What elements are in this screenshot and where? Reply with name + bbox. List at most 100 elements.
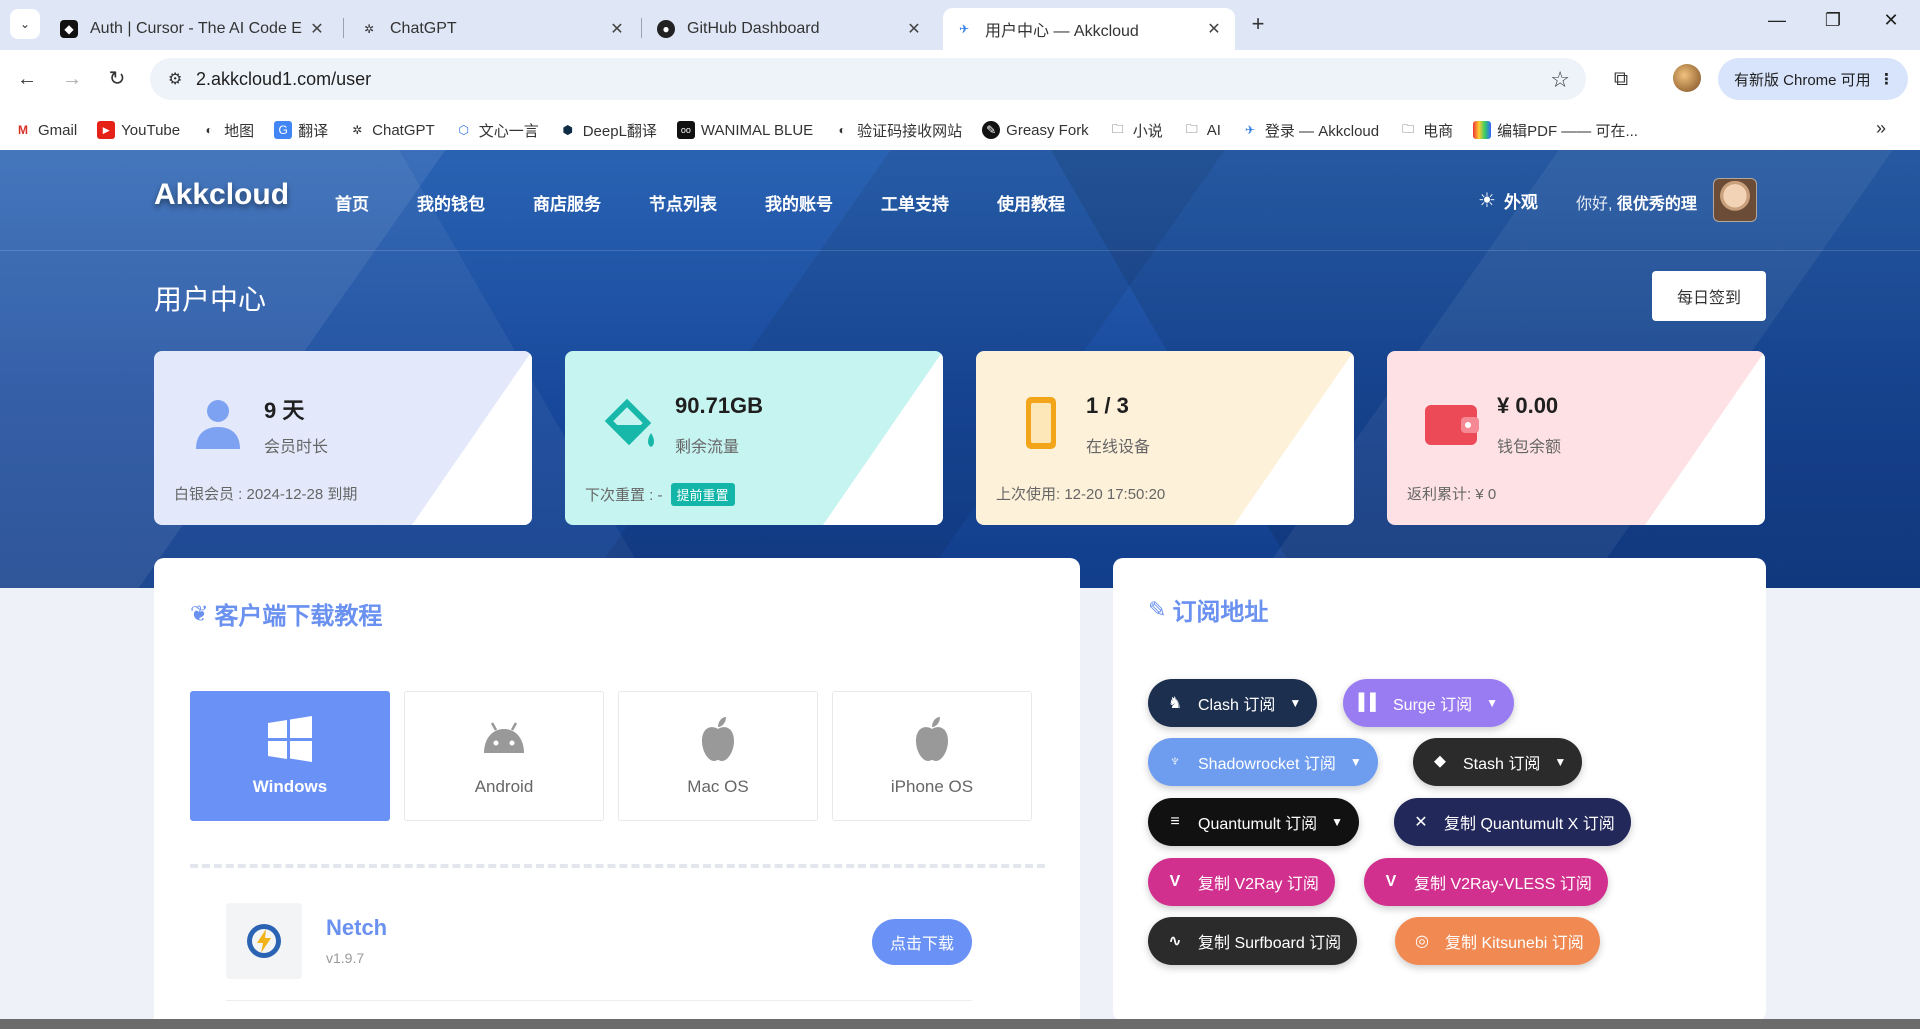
tab-separator <box>343 18 344 38</box>
nav-tutorial[interactable]: 使用教程 <box>997 190 1065 215</box>
user-avatar[interactable] <box>1713 178 1757 222</box>
clash-icon: ♞ <box>1167 695 1183 712</box>
chevron-down-icon: ▼ <box>1289 696 1302 710</box>
close-icon[interactable]: ✕ <box>905 19 923 39</box>
bookmark-translate[interactable]: G 翻译 <box>274 120 328 141</box>
membership-days: 9 天 <box>264 398 305 423</box>
window-close-icon[interactable]: ✕ <box>1876 10 1906 31</box>
subscribe-button-shadowrocket[interactable]: ♆ Shadowrocket 订阅 ▼ <box>1148 738 1378 786</box>
early-reset-button[interactable]: 提前重置 <box>670 483 735 506</box>
card-decoration <box>1234 351 1354 525</box>
membership-card: 9 天 会员时长 白银会员 : 2024-12-28 到期 <box>154 351 532 525</box>
nav-home[interactable]: 首页 <box>335 190 369 215</box>
more-bookmarks-icon[interactable]: » <box>1876 118 1886 139</box>
close-icon[interactable]: ✕ <box>608 19 626 39</box>
traffic-label: 剩余流量 <box>675 439 740 456</box>
bookmark-akkcloud-login[interactable]: ✈ 登录 — Akkcloud <box>1241 120 1379 141</box>
subscribe-label: Quantumult 订阅 <box>1198 816 1318 833</box>
subscribe-button-quantumult[interactable]: ≡ Quantumult 订阅 ▼ <box>1148 798 1360 846</box>
tab-title: GitHub Dashboard <box>687 20 820 37</box>
tab-separator <box>641 18 642 38</box>
membership-label: 会员时长 <box>264 439 329 456</box>
tab-cursor[interactable]: ◆ Auth | Cursor - The AI Code E ✕ <box>48 8 338 50</box>
nav-tickets[interactable]: 工单支持 <box>881 190 949 215</box>
sunrise-icon: ☀ <box>1478 190 1496 212</box>
os-tab-android[interactable]: Android <box>404 691 604 821</box>
extensions-icon[interactable]: ⧉ <box>1606 64 1636 94</box>
url-text[interactable]: 2.akkcloud1.com/user <box>196 69 371 90</box>
akkcloud-icon: ✈ <box>1244 123 1255 137</box>
address-bar[interactable]: ⚙ 2.akkcloud1.com/user ☆ <box>150 58 1586 100</box>
bookmark-map[interactable]: ◐ 地图 <box>200 120 255 141</box>
nav-wallet[interactable]: 我的钱包 <box>417 190 485 215</box>
chrome-update-button[interactable]: 有新版 Chrome 可用 ⋮ <box>1718 58 1908 100</box>
user-greeting[interactable]: 你好, 很优秀的理 <box>1576 190 1697 214</box>
bucket-icon <box>604 398 654 447</box>
subscribe-button-surge[interactable]: ▌▌ Surge 订阅 ▼ <box>1343 679 1515 727</box>
next-reset: 下次重置 : - 提前重置 <box>585 483 735 506</box>
github-favicon-icon: ● <box>657 20 675 38</box>
app-name[interactable]: Netch <box>326 915 387 941</box>
daily-checkin-button[interactable]: 每日签到 <box>1652 271 1766 321</box>
nav-nodes[interactable]: 节点列表 <box>649 190 717 215</box>
forward-icon[interactable]: → <box>57 64 87 94</box>
reload-icon[interactable]: ↻ <box>102 64 132 94</box>
bookmark-deepl[interactable]: ⬢ DeepL翻译 <box>559 120 656 141</box>
restore-icon[interactable]: ❐ <box>1818 10 1848 31</box>
nav-shop[interactable]: 商店服务 <box>533 190 601 215</box>
subscribe-button-v2ray-vless[interactable]: V 复制 V2Ray-VLESS 订阅 <box>1364 858 1608 906</box>
tab-akkcloud[interactable]: ✈ 用户中心 — Akkcloud ✕ <box>943 8 1235 50</box>
bookmark-star-icon[interactable]: ☆ <box>1550 67 1570 93</box>
subscribe-button-stash[interactable]: ⬥ Stash 订阅 ▼ <box>1413 738 1583 786</box>
menu-dots-icon: ⋮ <box>1879 71 1894 88</box>
subscribe-label: 复制 V2Ray 订阅 <box>1198 876 1319 893</box>
back-icon[interactable]: ← <box>12 64 42 94</box>
bookmark-folder-ai[interactable]: 🗀 AI <box>1183 121 1221 139</box>
bookmark-wanimal[interactable]: oo WANIMAL BLUE <box>676 121 813 139</box>
bookmark-label: AI <box>1206 121 1221 139</box>
bookmark-folder-novel[interactable]: 🗀 小说 <box>1109 120 1163 141</box>
nav-account[interactable]: 我的账号 <box>765 190 833 215</box>
close-icon[interactable]: ✕ <box>1205 19 1223 39</box>
subscribe-button-surfboard[interactable]: ∿ 复制 Surfboard 订阅 <box>1148 917 1358 965</box>
bookmark-gmail[interactable]: M Gmail <box>14 121 77 139</box>
bookmark-sms[interactable]: ◐ 验证码接收网站 <box>833 120 963 141</box>
bookmark-greasyfork[interactable]: ✎ Greasy Fork <box>982 121 1089 139</box>
os-tab-ios[interactable]: iPhone OS <box>832 691 1032 821</box>
bookmark-pdf-editor[interactable]: 编辑PDF —— 可在... <box>1473 120 1638 141</box>
os-tab-windows[interactable]: Windows <box>190 691 390 821</box>
tab-chatgpt[interactable]: ✲ ChatGPT ✕ <box>348 8 638 50</box>
windows-icon <box>268 716 312 762</box>
wallet-balance: ¥ 0.00 <box>1497 393 1559 418</box>
tab-search-menu-button[interactable]: ⌄ <box>10 9 40 39</box>
subscribe-label: 复制 V2Ray-VLESS 订阅 <box>1414 876 1592 893</box>
bookmark-label: 小说 <box>1132 122 1163 140</box>
os-tab-macos[interactable]: Mac OS <box>618 691 818 821</box>
user-icon <box>196 400 240 449</box>
bookmark-wenxin[interactable]: ⬡ 文心一言 <box>455 120 538 141</box>
profile-avatar[interactable] <box>1673 64 1701 92</box>
subscribe-button-v2ray[interactable]: V 复制 V2Ray 订阅 <box>1148 858 1335 906</box>
new-tab-button[interactable]: + <box>1245 11 1271 37</box>
surfboard-icon: ∿ <box>1168 933 1182 950</box>
bookmark-chatgpt[interactable]: ✲ ChatGPT <box>348 121 435 139</box>
minimize-icon[interactable]: — <box>1762 10 1792 31</box>
bookmark-folder-ecommerce[interactable]: 🗀 电商 <box>1399 120 1453 141</box>
subscribe-button-quantumultx[interactable]: ✕ 复制 Quantumult X 订阅 <box>1394 798 1631 846</box>
tab-github[interactable]: ● GitHub Dashboard ✕ <box>645 8 935 50</box>
bookmark-youtube[interactable]: ▶ YouTube <box>97 121 180 139</box>
chevron-down-icon: ▼ <box>1331 815 1344 829</box>
appearance-toggle[interactable]: ☀ 外观 <box>1478 188 1538 213</box>
subscription-title-text: 订阅地址 <box>1172 599 1269 626</box>
map-icon: ◐ <box>205 123 213 137</box>
close-icon[interactable]: ✕ <box>308 19 326 39</box>
subscribe-button-clash[interactable]: ♞ Clash 订阅 ▼ <box>1148 679 1318 727</box>
os-label: Android <box>474 777 534 796</box>
wanimal-icon: oo <box>676 121 695 139</box>
subscribe-button-kitsunebi[interactable]: ◎ 复制 Kitsunebi 订阅 <box>1395 917 1600 965</box>
site-logo[interactable]: Akkcloud <box>154 178 289 212</box>
download-button[interactable]: 点击下载 <box>872 919 972 965</box>
site-info-icon[interactable]: ⚙ <box>168 69 182 89</box>
online-devices: 1 / 3 <box>1086 393 1129 418</box>
leaf-icon: ❦ <box>190 600 209 626</box>
